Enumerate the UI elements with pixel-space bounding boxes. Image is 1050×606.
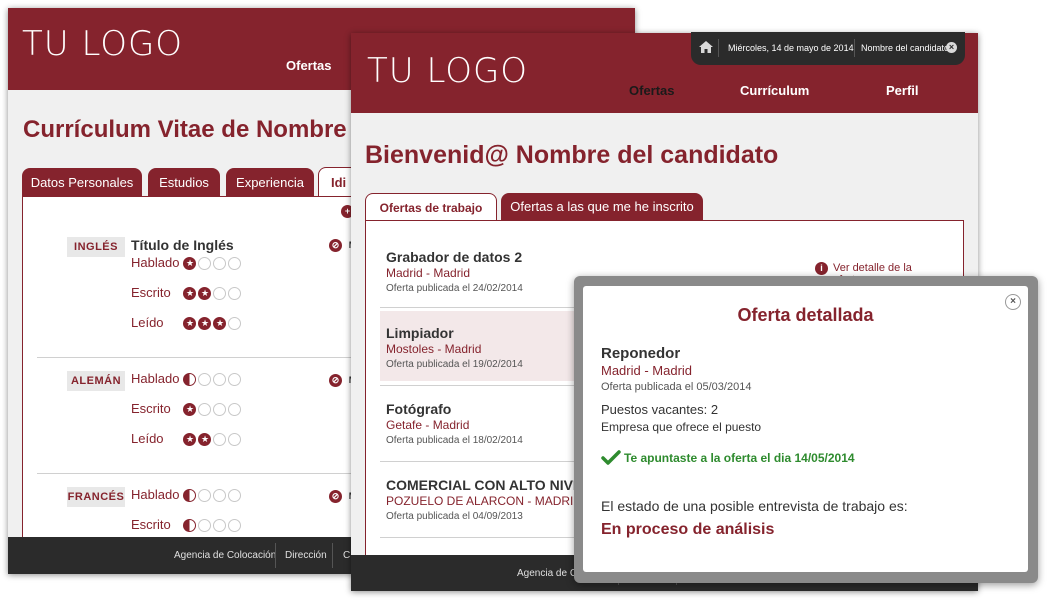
nav-ofertas[interactable]: Ofertas xyxy=(286,58,332,73)
topbar-separator xyxy=(854,39,855,57)
tab-datos-personales[interactable]: Datos Personales xyxy=(22,168,142,196)
job-title: Reponedor xyxy=(601,345,681,362)
skill-label: Escrito xyxy=(131,401,171,416)
tab-ofertas-de-trabajo[interactable]: Ofertas de trabajo xyxy=(365,193,497,222)
footer-separator xyxy=(332,543,333,568)
language-tag: FRANCÉS xyxy=(67,487,125,507)
divider xyxy=(37,357,357,358)
skill-label: Hablado xyxy=(131,255,180,270)
job-location: Getafe - Madrid xyxy=(386,418,470,432)
remove-icon[interactable]: ⊘ xyxy=(329,239,342,252)
page-title: Currículum Vitae de Nombre xyxy=(23,116,347,143)
job-date: Oferta publicada el 05/03/2014 xyxy=(601,381,752,393)
topbar-separator xyxy=(718,39,719,57)
language-title: Título de Inglés xyxy=(131,237,234,253)
rating-stars[interactable] xyxy=(183,287,241,300)
candidate-name[interactable]: Nombre del candidato xyxy=(861,43,949,53)
rating-stars[interactable] xyxy=(183,403,241,416)
job-location: Madrid - Madrid xyxy=(386,266,471,280)
job-date: Oferta publicada el 19/02/2014 xyxy=(386,359,523,370)
job-title[interactable]: Limpiador xyxy=(386,325,454,341)
nav-ofertas[interactable]: Ofertas xyxy=(629,83,675,98)
language-tag: ALEMÁN xyxy=(67,371,125,391)
company: Empresa que ofrece el puesto xyxy=(601,420,762,434)
applied-status: Te apuntaste a la oferta el dia 14/05/20… xyxy=(624,451,855,465)
divider xyxy=(37,473,357,474)
tab-ofertas-inscrito[interactable]: Ofertas a las que me he inscrito xyxy=(501,193,703,220)
skill-label: Leído xyxy=(131,431,164,446)
logo[interactable]: TU LOGO xyxy=(367,51,528,91)
remove-icon[interactable]: ⊘ xyxy=(329,490,342,503)
skill-label: Leído xyxy=(131,315,164,330)
footer-link-direccion[interactable]: Dirección xyxy=(285,537,327,574)
tab-estudios[interactable]: Estudios xyxy=(148,168,220,196)
job-title[interactable]: COMERCIAL CON ALTO NIVEL xyxy=(386,477,591,493)
job-date: Oferta publicada el 04/09/2013 xyxy=(386,511,523,522)
skill-label: Escrito xyxy=(131,517,171,532)
tab-experiencia[interactable]: Experiencia xyxy=(226,168,314,196)
skill-label: Escrito xyxy=(131,285,171,300)
rating-stars[interactable] xyxy=(183,489,241,502)
footer-link-c[interactable]: C xyxy=(343,537,350,574)
skill-label: Hablado xyxy=(131,487,180,502)
interview-status-value: En proceso de análisis xyxy=(601,521,775,538)
job-date: Oferta publicada el 24/02/2014 xyxy=(386,283,523,294)
logout-icon[interactable]: × xyxy=(946,42,957,53)
remove-icon[interactable]: ⊘ xyxy=(329,374,342,387)
rating-stars[interactable] xyxy=(183,433,241,446)
modal-title: Oferta detallada xyxy=(737,305,874,325)
rating-stars[interactable] xyxy=(183,257,241,270)
offer-detail-modal: × Oferta detallada Reponedor Madrid - Ma… xyxy=(583,286,1028,572)
welcome-title: Bienvenid@ Nombre del candidato xyxy=(365,141,779,169)
job-title[interactable]: Fotógrafo xyxy=(386,401,451,417)
user-topbar: Miércoles, 14 de mayo de 2014 Nombre del… xyxy=(691,32,965,65)
skill-label: Hablado xyxy=(131,371,180,386)
footer-separator xyxy=(275,543,276,568)
nav-curriculum[interactable]: Currículum xyxy=(740,83,809,98)
rating-stars[interactable] xyxy=(183,519,241,532)
job-location: Madrid - Madrid xyxy=(601,363,693,378)
language-tag: INGLÉS xyxy=(67,237,125,257)
job-title[interactable]: Grabador de datos 2 xyxy=(386,249,522,265)
nav-perfil[interactable]: Perfil xyxy=(886,83,919,98)
vacancies: Puestos vacantes: 2 xyxy=(601,402,719,417)
interview-status-label: El estado de una posible entrevista de t… xyxy=(601,498,908,514)
job-date: Oferta publicada el 18/02/2014 xyxy=(386,435,523,446)
footer-link-agencia[interactable]: Agencia de Colocación xyxy=(174,537,276,574)
check-icon xyxy=(601,450,621,465)
rating-stars[interactable] xyxy=(183,317,241,330)
current-date: Miércoles, 14 de mayo de 2014 xyxy=(728,43,854,53)
info-icon[interactable]: i xyxy=(815,262,828,275)
job-location: Mostoles - Madrid xyxy=(386,342,482,356)
home-icon[interactable] xyxy=(698,40,714,54)
logo[interactable]: TU LOGO xyxy=(22,24,183,64)
job-location: POZUELO DE ALARCON - MADRID xyxy=(386,494,583,508)
rating-stars[interactable] xyxy=(183,373,241,386)
